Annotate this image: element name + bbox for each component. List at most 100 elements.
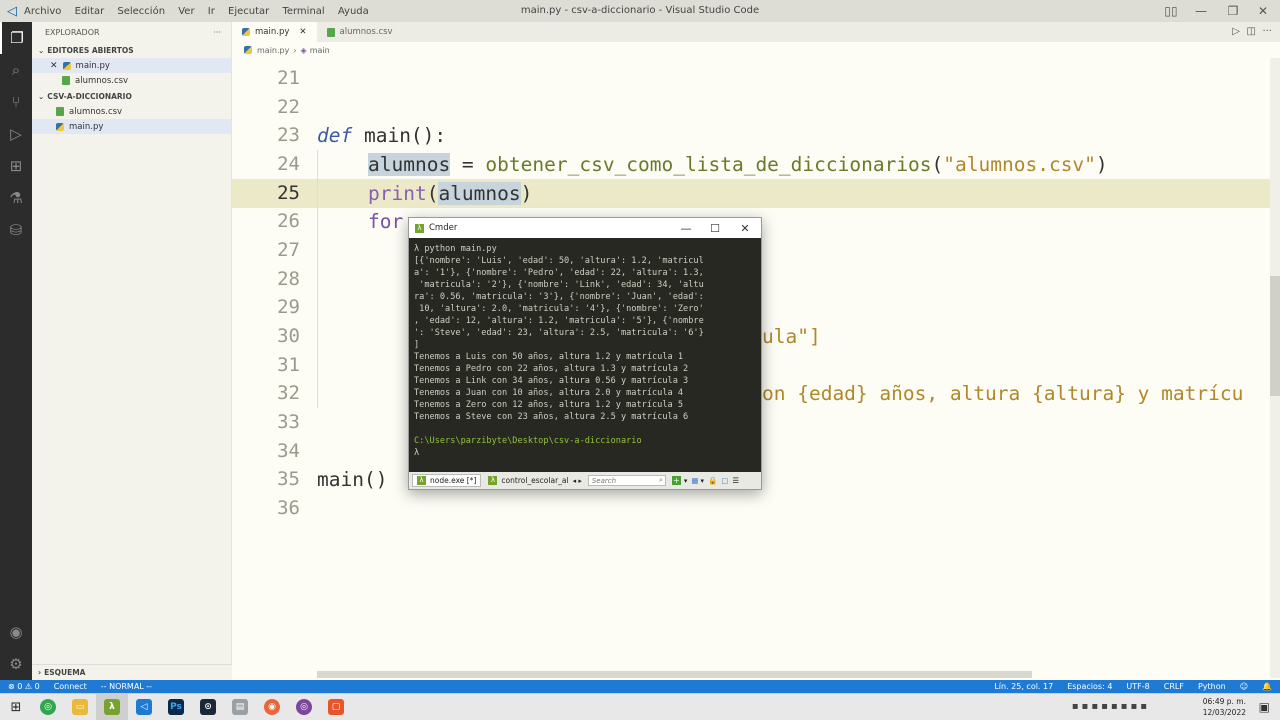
scrollbar-thumb[interactable] [1270, 276, 1280, 396]
csv-file-icon [326, 27, 335, 37]
windows-start-icon[interactable]: ⊞ [0, 694, 32, 720]
chevron-right-icon: › [293, 45, 297, 55]
layout-icon[interactable]: ▯▯ [1154, 0, 1188, 22]
assign-op: = [450, 152, 486, 176]
taskbar-clock[interactable]: 06:49 p. m. 12/03/2022 [1203, 696, 1246, 718]
code-line: 36 [232, 494, 1280, 523]
account-icon[interactable]: ◉ [0, 616, 32, 648]
gear-icon[interactable]: ⚙ [0, 648, 32, 680]
status-bar: ⊗ 0 ⚠ 0 Connect -- NORMAL -- Lín. 25, co… [0, 680, 1280, 693]
cmder-tab-control[interactable]: λ control_escolar_al [484, 474, 572, 487]
vscode-taskbar-icon[interactable]: ◁ [128, 694, 160, 720]
menu-ayuda[interactable]: Ayuda [338, 6, 369, 17]
menu-terminal[interactable]: Terminal [282, 6, 324, 17]
search-icon: ⌕ [658, 476, 663, 484]
restore-button[interactable]: ❐ [1216, 0, 1250, 22]
split-editor-icon[interactable]: ◫ [1247, 26, 1256, 37]
menu-ver[interactable]: Ver [178, 6, 194, 17]
terminal-line: a': '1'}, {'nombre': 'Pedro', 'edad': 22… [414, 268, 704, 278]
horizontal-scrollbar[interactable] [317, 671, 1032, 678]
search-icon[interactable]: ⌕ [0, 54, 32, 86]
terminal-output[interactable]: λ python main.py [{'nombre': 'Luis', 'eda… [414, 243, 758, 459]
tab-alumnos-csv[interactable]: alumnos.csv [316, 22, 403, 42]
cmder-taskbar-icon[interactable]: λ [96, 693, 128, 720]
minimize-button[interactable]: — [1184, 0, 1218, 22]
encoding[interactable]: UTF-8 [1126, 682, 1149, 691]
menu-ir[interactable]: Ir [208, 6, 215, 17]
file-item[interactable]: main.py [32, 119, 231, 134]
photoshop-icon[interactable]: Ps [160, 694, 192, 720]
menu-icon[interactable]: ☰ [732, 476, 739, 485]
tab-main-py[interactable]: main.py ✕ [232, 22, 317, 42]
file-explorer-icon[interactable]: ▭ [64, 694, 96, 720]
breadcrumb-symbol[interactable]: main [310, 46, 330, 55]
cmder-logo-icon: λ [415, 223, 424, 233]
cmder-search-input[interactable]: Search ⌕ [587, 475, 666, 486]
maximize-button[interactable]: ☐ [700, 218, 730, 238]
chevron-down-icon[interactable]: ▾ [684, 477, 688, 485]
database-icon[interactable]: ⛁ [0, 214, 32, 246]
menu-ejecutar[interactable]: Ejecutar [228, 6, 269, 17]
system-tray-icons[interactable]: ▪▪▪▪▪▪▪▪ [1072, 701, 1150, 712]
keyword-def: def [317, 123, 353, 147]
menu-archivo[interactable]: Archivo [24, 6, 61, 17]
open-editors-section[interactable]: ⌄ EDITORES ABIERTOS [32, 42, 231, 58]
chevron-down-icon[interactable]: ▾ [700, 477, 704, 485]
menu-editar[interactable]: Editar [75, 6, 105, 17]
menu-seleccion[interactable]: Selección [117, 6, 165, 17]
lock-icon[interactable]: 🔒 [708, 476, 717, 485]
problems-indicator[interactable]: ⊗ 0 ⚠ 0 [8, 682, 40, 691]
terminal-line: Tenemos a Luis con 50 años, altura 1.2 y… [414, 352, 684, 362]
open-editor-item[interactable]: alumnos.csv [32, 73, 231, 88]
folder-section[interactable]: ⌄ CSV-A-DICCIONARIO [32, 88, 231, 104]
close-tab-icon[interactable]: ✕ [299, 27, 306, 37]
extensions-icon[interactable]: ⊞ [0, 150, 32, 182]
view-icon[interactable]: ▦ [691, 476, 698, 485]
bell-icon[interactable]: 🔔 [1262, 682, 1272, 691]
new-tab-icon[interactable]: + [671, 476, 681, 485]
more-actions-icon[interactable]: ··· [1262, 26, 1272, 37]
open-editor-item[interactable]: ✕ main.py [32, 58, 231, 73]
explorer-icon[interactable]: ❐ [0, 22, 32, 54]
testing-icon[interactable]: ⚗ [0, 182, 32, 214]
network-app-icon[interactable]: ▤ [224, 694, 256, 720]
run-debug-icon[interactable]: ▷ [0, 118, 32, 150]
window-icon[interactable]: ▢ [721, 476, 728, 485]
steam-icon[interactable]: ⊙ [192, 694, 224, 720]
python-file-icon [244, 46, 252, 54]
close-button[interactable]: ✕ [730, 218, 760, 238]
code-text: alumnos = obtener_csv_como_lista_de_dicc… [368, 152, 1108, 176]
file-item[interactable]: alumnos.csv [32, 104, 231, 119]
tab-scroll-icon[interactable]: ◂ ▸ [573, 477, 582, 485]
cursor-position[interactable]: Lín. 25, col. 17 [994, 682, 1053, 691]
terminal-line: , 'edad': 12, 'altura': 1.2, 'matricula'… [414, 316, 704, 326]
tor-icon[interactable]: ◎ [288, 694, 320, 720]
minimize-button[interactable]: — [671, 218, 701, 238]
app-icon[interactable]: ▢ [320, 694, 352, 720]
breadcrumb-file[interactable]: main.py [257, 46, 289, 55]
code-line: 23 def main(): [232, 121, 1280, 150]
line-number: 33 [277, 411, 300, 434]
line-number: 25 [277, 182, 300, 205]
cmder-titlebar[interactable]: λ Cmder — ☐ ✕ [409, 218, 761, 238]
more-actions-icon[interactable]: ··· [213, 28, 221, 37]
line-number: 27 [277, 239, 300, 262]
close-button[interactable]: ✕ [1246, 0, 1280, 22]
outline-section[interactable]: › ESQUEMA [32, 664, 232, 680]
indentation[interactable]: Espacios: 4 [1067, 682, 1112, 691]
language-mode[interactable]: Python [1198, 682, 1226, 691]
firefox-icon[interactable]: ◉ [256, 694, 288, 720]
terminal-prompt: λ [414, 448, 420, 458]
chrome-icon[interactable]: ◎ [32, 694, 64, 720]
connect-button[interactable]: Connect [54, 682, 87, 691]
fstring-fragment: on {edad} años, altura {altura} y matríc… [762, 381, 1244, 405]
run-icon[interactable]: ▷ [1232, 26, 1240, 37]
source-control-icon[interactable]: ⑂ [0, 86, 32, 118]
tab-label: alumnos.csv [339, 27, 393, 37]
line-ending[interactable]: CRLF [1164, 682, 1184, 691]
cmder-tab-node[interactable]: λ node.exe [*] [412, 474, 482, 487]
feedback-icon[interactable]: ☺ [1240, 682, 1248, 691]
close-editor-icon[interactable]: ✕ [50, 61, 58, 71]
notifications-icon[interactable]: ▣ [1259, 700, 1270, 714]
